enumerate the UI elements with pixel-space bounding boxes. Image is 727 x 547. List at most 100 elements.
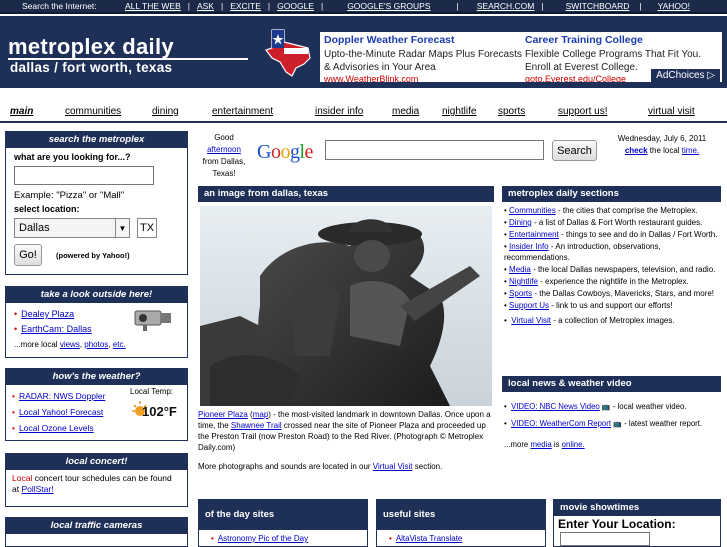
- link-excite[interactable]: EXCITE: [230, 1, 261, 11]
- nav-support-us[interactable]: support us!: [558, 106, 607, 117]
- link-astronomy-pic[interactable]: Astronomy Pic of the Day: [218, 534, 308, 543]
- city-select-value: Dallas: [19, 222, 50, 234]
- link-communities[interactable]: Communities: [509, 206, 556, 215]
- link-switchboard[interactable]: SWITCHBOARD: [566, 1, 630, 11]
- section-item: • Dining - a list of Dallas & Fort Worth…: [504, 218, 703, 227]
- link-ask[interactable]: ASK: [197, 1, 214, 11]
- nav-insider-info[interactable]: insider info: [315, 106, 363, 117]
- link-nws-doppler[interactable]: RADAR: NWS Doppler: [19, 391, 105, 401]
- link-views[interactable]: views: [60, 340, 80, 349]
- link-nbc-video[interactable]: VIDEO: NBC News Video: [511, 402, 600, 411]
- nav-media[interactable]: media: [392, 106, 419, 117]
- link-altavista-translate[interactable]: AltaVista Translate: [396, 534, 463, 543]
- section-item: • Virtual Visit - a collection of Metrop…: [504, 316, 675, 325]
- link-pioneer-plaza[interactable]: Pioneer Plaza: [198, 410, 248, 419]
- nav-main[interactable]: main: [10, 106, 33, 117]
- link-all-the-web[interactable]: ALL THE WEB: [125, 1, 181, 11]
- link-dining[interactable]: Dining: [509, 218, 532, 227]
- ad-url[interactable]: www.WeatherBlink.com: [324, 74, 524, 82]
- nav-sports[interactable]: sports: [498, 106, 525, 117]
- link-photos[interactable]: photos: [84, 340, 108, 349]
- news-header: local news & weather video: [502, 376, 721, 392]
- link-insider-info[interactable]: Insider Info: [509, 242, 549, 251]
- link-earthcam-dallas[interactable]: EarthCam: Dallas: [21, 324, 92, 334]
- link-search-com[interactable]: SEARCH.COM: [477, 1, 535, 11]
- useful-sites-header: useful sites: [377, 500, 545, 530]
- powered-by-yahoo[interactable]: (powered by Yahoo!): [56, 251, 130, 260]
- section-desc: - the Dallas Cowboys, Mavericks, Stars, …: [534, 289, 715, 298]
- google-search-button[interactable]: Search: [552, 140, 597, 161]
- site-logo-subtitle: dallas / fort worth, texas: [10, 60, 173, 75]
- link-entertainment[interactable]: Entertainment: [509, 230, 559, 239]
- ad-banner: Doppler Weather Forecast Upto-the-Minute…: [320, 32, 722, 82]
- local-search-input[interactable]: [14, 166, 154, 185]
- search-metroplex-box: search the metroplex what are you lookin…: [5, 131, 188, 275]
- link-virtual-visit[interactable]: Virtual Visit: [373, 462, 413, 471]
- ad-title[interactable]: Career Training College: [525, 34, 722, 46]
- time-link[interactable]: time.: [682, 146, 699, 155]
- section-desc: - a list of Dallas & Fort Worth restaura…: [533, 218, 703, 227]
- link-pollstar[interactable]: PollStar!: [21, 484, 53, 494]
- link-online[interactable]: online.: [562, 440, 585, 449]
- ad-title[interactable]: Doppler Weather Forecast: [324, 34, 524, 46]
- link-etc[interactable]: etc.: [113, 340, 126, 349]
- adchoices-button[interactable]: AdChoices ▷: [651, 69, 720, 82]
- news-item: • VIDEO: WeatherCom Report 📺 - latest we…: [504, 419, 703, 428]
- check-link[interactable]: check: [625, 146, 648, 155]
- movie-location-input[interactable]: [560, 532, 650, 546]
- ad-doppler[interactable]: Doppler Weather Forecast Upto-the-Minute…: [324, 34, 524, 82]
- section-desc: - experience the nightlife in the Metrop…: [540, 277, 689, 286]
- search-example: Example: "Pizza" or "Mall": [14, 190, 125, 201]
- link-shawnee-trail[interactable]: Shawnee Trail: [231, 421, 282, 430]
- more-photos-end: section.: [414, 462, 443, 471]
- state-input[interactable]: TX: [137, 218, 157, 238]
- section-item: • Communities - the cities that comprise…: [504, 206, 698, 215]
- link-sports[interactable]: Sports: [509, 289, 532, 298]
- link-dealey-plaza[interactable]: Dealey Plaza: [21, 309, 74, 319]
- city-select[interactable]: Dallas ▼: [14, 218, 130, 238]
- link-google[interactable]: GOOGLE: [277, 1, 314, 11]
- greeting-afternoon-link[interactable]: afternoon: [198, 144, 250, 156]
- ad-text: Upto-the-Minute Radar Maps Plus Forecast…: [324, 49, 522, 73]
- more-photos-line: More photographs and sounds are located …: [198, 462, 494, 471]
- image-section: an image from dallas, texas Pioneer Plaz…: [198, 186, 494, 471]
- link-support-us[interactable]: Support Us: [509, 301, 549, 310]
- link-yahoo[interactable]: YAHOO!: [658, 1, 690, 11]
- link-nightlife[interactable]: Nightlife: [509, 277, 538, 286]
- link-media-more[interactable]: media: [530, 440, 551, 449]
- chevron-down-icon[interactable]: ▼: [115, 219, 129, 237]
- link-virtual-visit-section[interactable]: Virtual Visit: [511, 316, 551, 325]
- sections-list: • Communities - the cities that comprise…: [502, 202, 721, 330]
- nav-communities[interactable]: communities: [65, 106, 121, 117]
- site-logo-title[interactable]: metroplex daily: [8, 34, 174, 60]
- local-temp-label: Local Temp:: [130, 387, 173, 396]
- concert-box: local concert! Local concert tour schedu…: [5, 453, 188, 507]
- section-desc: - link to us and support our efforts!: [551, 301, 673, 310]
- nav-nightlife[interactable]: nightlife: [442, 106, 476, 117]
- weather-box: how's the weather? • RADAR: NWS Doppler •…: [5, 368, 188, 441]
- link-media[interactable]: Media: [509, 265, 531, 274]
- link-weathercom-video[interactable]: VIDEO: WeatherCom Report: [511, 419, 611, 428]
- outside-box: take a look outside here! • Dealey Plaza …: [5, 286, 188, 358]
- movie-header: movie showtimes: [554, 500, 720, 516]
- section-item: • Nightlife - experience the nightlife i…: [504, 277, 689, 286]
- texas-flag-map-icon: [265, 29, 311, 77]
- outside-header: take a look outside here!: [6, 287, 187, 303]
- google-logo: Google: [257, 141, 313, 163]
- current-date: Wednesday, July 6, 2011: [617, 134, 707, 143]
- nav-dining[interactable]: dining: [152, 106, 179, 117]
- link-ozone-levels[interactable]: Local Ozone Levels: [19, 423, 94, 433]
- movie-box: movie showtimes Enter Your Location:: [553, 499, 721, 547]
- google-search-input[interactable]: [325, 140, 544, 160]
- nav-entertainment[interactable]: entertainment: [212, 106, 273, 117]
- go-button[interactable]: Go!: [14, 244, 42, 266]
- section-item: • Media - the local Dallas newspapers, t…: [504, 265, 716, 274]
- main-nav: main communities dining entertainment in…: [0, 103, 727, 123]
- link-google-groups[interactable]: GOOGLE'S GROUPS: [347, 1, 430, 11]
- nav-virtual-visit[interactable]: virtual visit: [648, 106, 695, 117]
- link-map[interactable]: map: [253, 410, 269, 419]
- useful-sites-box: useful sites • AltaVista Translate: [376, 499, 546, 547]
- news-item: • VIDEO: NBC News Video 📺 - local weathe…: [504, 402, 687, 411]
- temp-display: 102°F: [130, 399, 180, 419]
- link-yahoo-forecast[interactable]: Local Yahoo! Forecast: [19, 407, 103, 417]
